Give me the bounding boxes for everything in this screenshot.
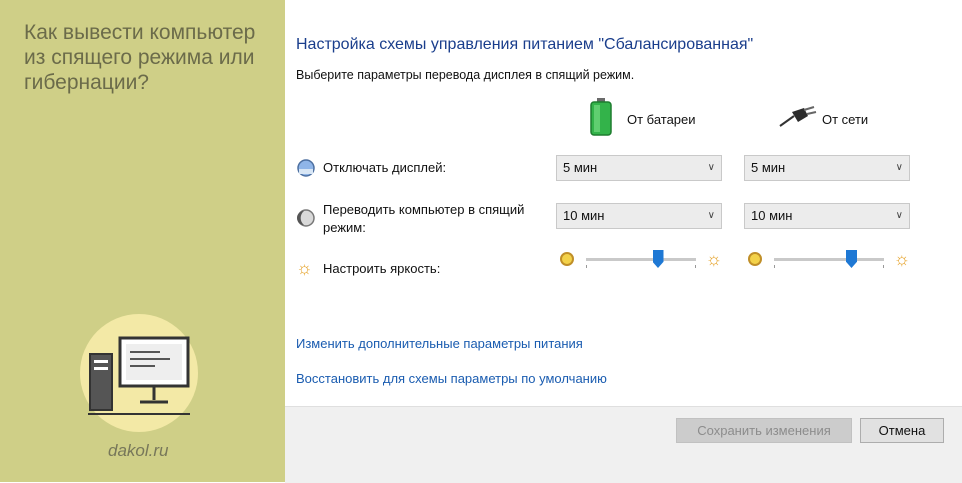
sun-icon: ☼ [296,258,313,278]
chevron-down-icon: ∨ [895,210,903,221]
advanced-settings-link[interactable]: Изменить дополнительные параметры питани… [296,336,583,351]
computer-icon [88,336,190,415]
sleep-battery-value: 10 мин [563,208,605,223]
brightness-high-icon: ☼ [893,249,911,269]
brightness-ac-slider[interactable]: ☼ [744,250,910,276]
save-changes-button[interactable]: Сохранить изменения [676,418,852,443]
chevron-down-icon: ∨ [707,210,715,221]
restore-defaults-link[interactable]: Восстановить для схемы параметры по умол… [296,371,607,386]
sleep-label: Переводить компьютер в спящий режим: [323,202,525,235]
moon-icon [296,208,316,233]
slider-track [774,258,884,261]
brightness-label: Настроить яркость: [323,261,441,276]
display-icon [296,158,316,183]
chevron-down-icon: ∨ [707,162,715,173]
page-subtitle: Выберите параметры перевода дисплея в сп… [296,68,635,82]
brightness-high-icon: ☼ [705,249,723,269]
display-off-battery-value: 5 мин [563,160,598,175]
power-plug-icon [778,106,818,133]
sleep-battery-select[interactable]: 10 мин ∨ [556,203,722,229]
display-off-battery-select[interactable]: 5 мин ∨ [556,155,722,181]
display-off-ac-select[interactable]: 5 мин ∨ [744,155,910,181]
slider-ticks [586,265,696,268]
sleep-ac-value: 10 мин [751,208,793,223]
battery-column-header: От батареи [627,112,696,127]
brightness-low-icon [560,252,574,266]
page-title: Настройка схемы управления питанием "Сба… [296,36,754,53]
ac-column-header: От сети [822,112,869,127]
cancel-button[interactable]: Отмена [860,418,944,443]
slider-track [586,258,696,261]
article-title: Как вывести компьютер из спящего режима … [24,21,256,94]
sleep-ac-select[interactable]: 10 мин ∨ [744,203,910,229]
display-off-label: Отключать дисплей: [323,160,447,175]
brightness-low-icon [748,252,762,266]
display-off-ac-value: 5 мин [751,160,786,175]
site-brand: dakol.ru [108,441,169,460]
chevron-down-icon: ∨ [895,162,903,173]
battery-icon [590,98,612,141]
brightness-battery-slider[interactable]: ☼ [556,250,722,276]
slider-ticks [774,265,884,268]
computer-illustration [80,314,198,432]
